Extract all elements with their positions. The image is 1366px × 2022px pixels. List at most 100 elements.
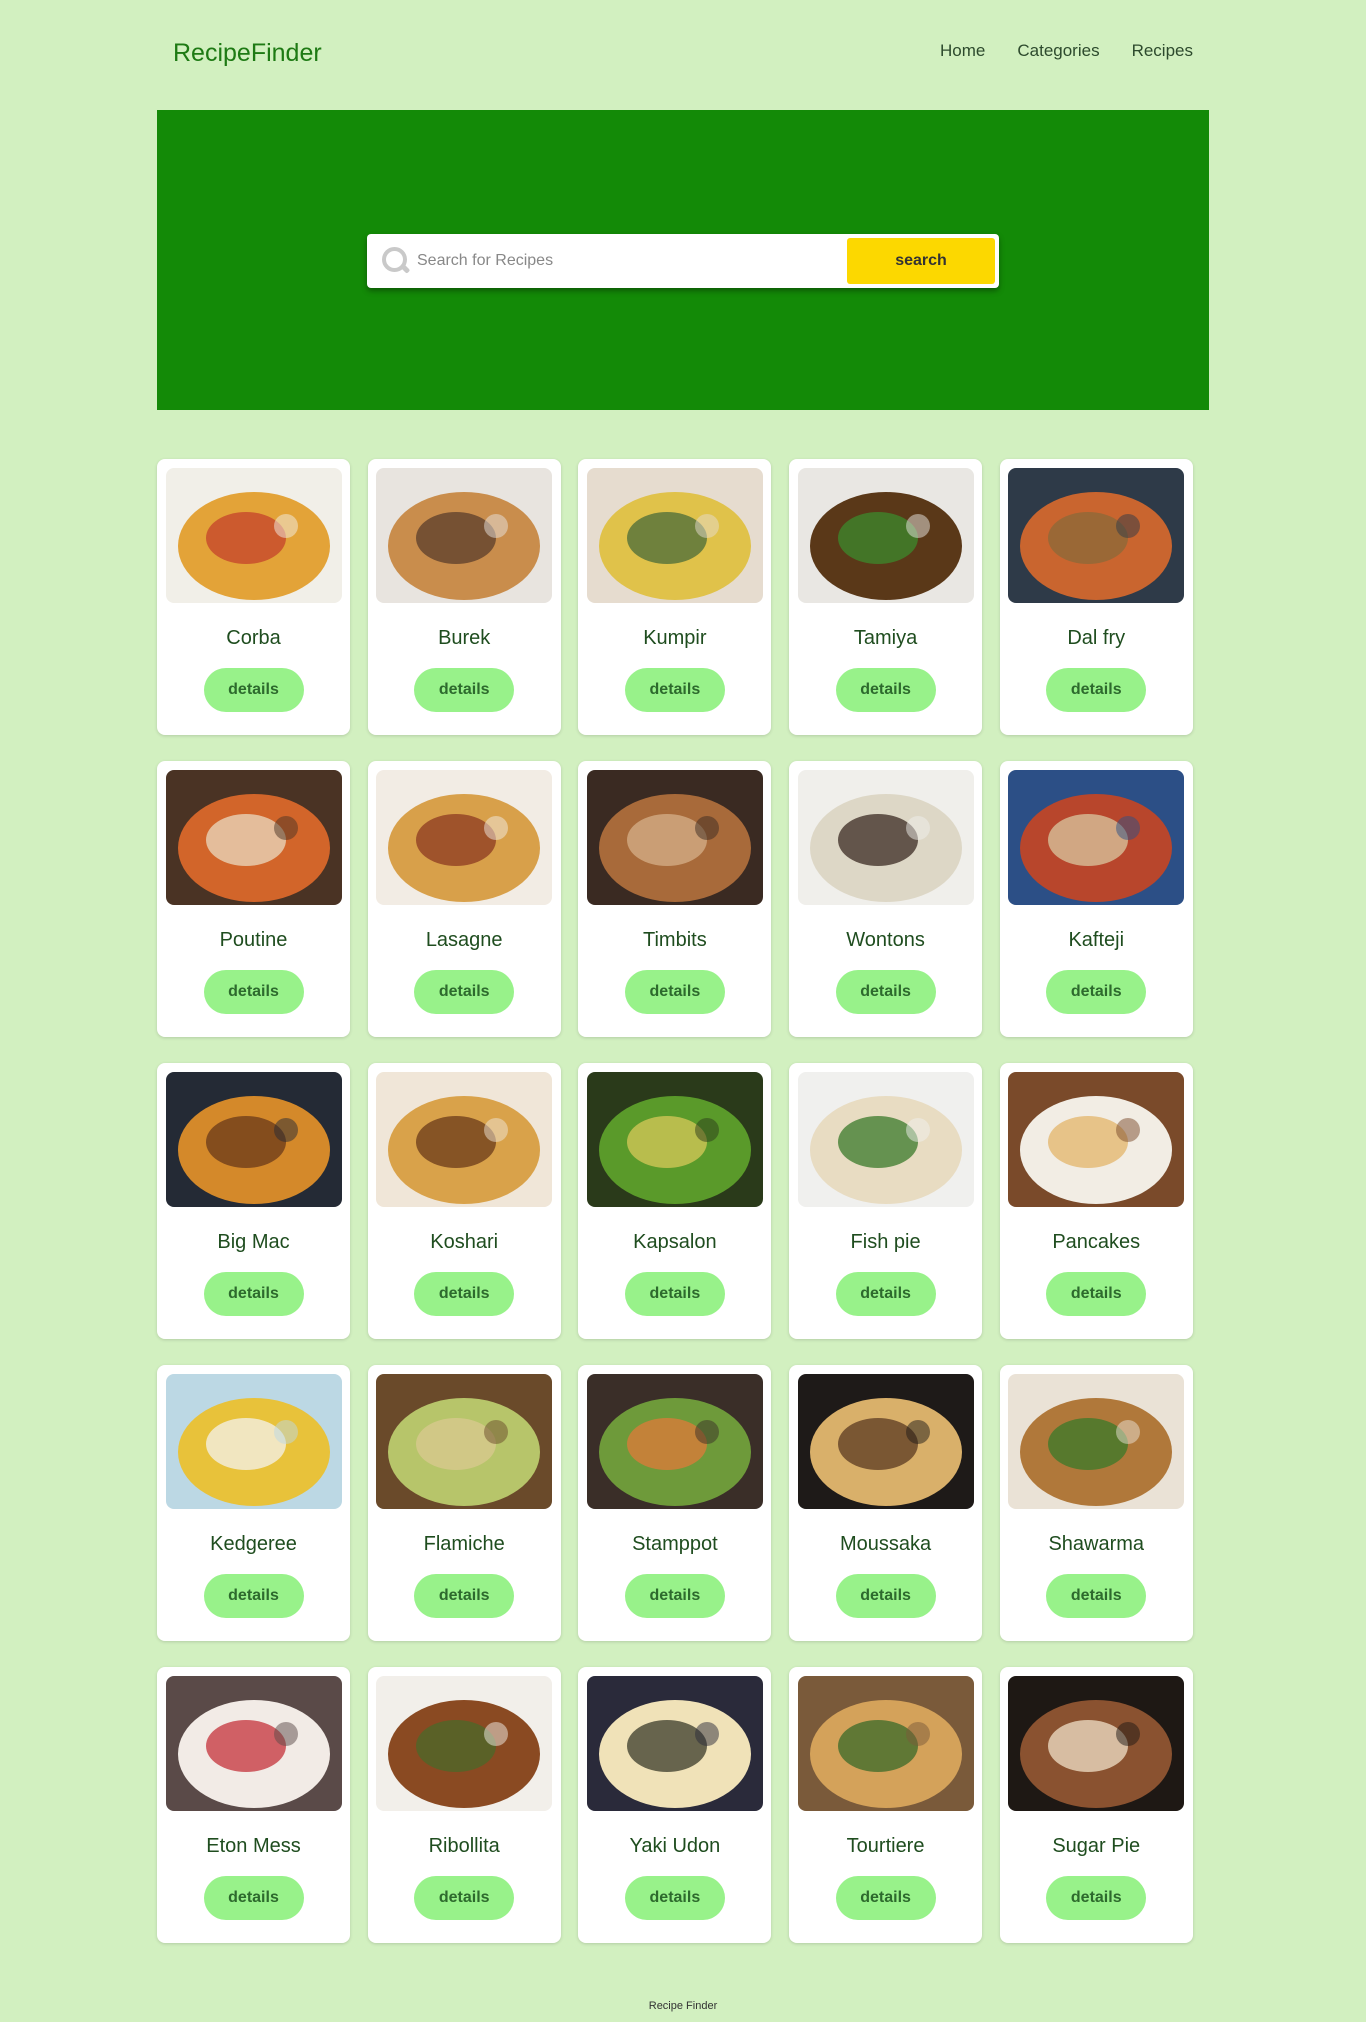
recipe-title: Flamiche — [423, 1533, 505, 1555]
recipe-title: Koshari — [430, 1231, 499, 1253]
recipe-card: Big Mac details — [157, 1063, 350, 1339]
recipe-card: Kafteji details — [999, 761, 1193, 1037]
recipe-image — [376, 1072, 553, 1207]
details-button[interactable]: details — [1046, 1272, 1147, 1316]
recipe-image — [797, 1374, 974, 1509]
recipe-card: Lasagne details — [367, 761, 561, 1037]
recipe-title: Poutine — [219, 929, 288, 951]
nav-link-categories[interactable]: Categories — [1017, 41, 1099, 61]
recipe-title: Tourtiere — [846, 1835, 925, 1857]
details-button[interactable]: details — [203, 970, 304, 1014]
recipe-card: Yaki Udon details — [578, 1667, 772, 1943]
recipe-card: Poutine details — [157, 761, 350, 1037]
recipe-image — [165, 770, 342, 905]
recipe-title: Yaki Udon — [629, 1835, 721, 1857]
nav-link-recipes[interactable]: Recipes — [1132, 41, 1193, 61]
recipe-image — [1008, 468, 1185, 603]
details-button[interactable]: details — [835, 1574, 936, 1618]
recipe-card: Corba details — [157, 459, 350, 735]
recipe-title: Stamppot — [632, 1533, 718, 1555]
recipe-image — [586, 1374, 763, 1509]
details-button[interactable]: details — [414, 1272, 515, 1316]
details-button[interactable]: details — [624, 970, 725, 1014]
recipe-image — [797, 1676, 974, 1811]
recipe-title: Shawarma — [1048, 1533, 1145, 1555]
recipe-image — [797, 468, 974, 603]
recipe-title: Kumpir — [643, 627, 707, 649]
recipe-title: Kafteji — [1068, 929, 1125, 951]
recipe-title: Burek — [438, 627, 491, 649]
details-button[interactable]: details — [414, 668, 515, 712]
recipe-card: Wontons details — [789, 761, 983, 1037]
recipe-image — [1008, 1676, 1185, 1811]
details-button[interactable]: details — [835, 970, 936, 1014]
recipe-card: Tamiya details — [789, 459, 983, 735]
recipe-image — [797, 1072, 974, 1207]
details-button[interactable]: details — [624, 668, 725, 712]
recipe-card: Koshari details — [367, 1063, 561, 1339]
recipe-card: Sugar Pie details — [999, 1667, 1193, 1943]
recipe-card: Fish pie details — [789, 1063, 983, 1339]
details-button[interactable]: details — [203, 668, 304, 712]
details-button[interactable]: details — [1046, 1876, 1147, 1920]
recipe-title: Kedgeree — [210, 1533, 297, 1555]
recipe-card: Ribollita details — [367, 1667, 561, 1943]
recipe-card: Dal fry details — [999, 459, 1193, 735]
recipe-image — [586, 468, 763, 603]
recipe-title: Corba — [226, 627, 281, 649]
details-button[interactable]: details — [414, 1574, 515, 1618]
details-button[interactable]: details — [835, 1876, 936, 1920]
details-button[interactable]: details — [624, 1272, 725, 1316]
details-button[interactable]: details — [1046, 1574, 1147, 1618]
nav-links: Home Categories Recipes — [940, 41, 1193, 61]
recipe-card: Burek details — [367, 459, 561, 735]
search-button[interactable]: search — [847, 238, 995, 284]
details-button[interactable]: details — [203, 1876, 304, 1920]
recipe-title: Big Mac — [217, 1231, 290, 1253]
recipe-card: Shawarma details — [999, 1365, 1193, 1641]
recipe-image — [1008, 1374, 1185, 1509]
recipe-image — [1008, 1072, 1185, 1207]
site-logo[interactable]: RecipeFinder — [173, 39, 322, 68]
recipe-card: Pancakes details — [999, 1063, 1193, 1339]
recipe-image — [586, 1072, 763, 1207]
recipe-title: Sugar Pie — [1052, 1835, 1141, 1857]
recipe-image — [376, 1374, 553, 1509]
recipe-image — [165, 468, 342, 603]
recipe-title: Ribollita — [428, 1835, 500, 1857]
recipe-title: Lasagne — [425, 929, 503, 951]
recipe-title: Wontons — [846, 929, 925, 951]
recipe-grid: Corba details Burek details Kumpir details Tam… — [157, 459, 1193, 1943]
details-button[interactable]: details — [835, 1272, 936, 1316]
recipe-image — [165, 1374, 342, 1509]
recipe-image — [165, 1676, 342, 1811]
recipe-image — [376, 468, 553, 603]
recipe-card: Moussaka details — [789, 1365, 983, 1641]
details-button[interactable]: details — [624, 1876, 725, 1920]
footer-text: Recipe Finder — [648, 2000, 718, 2012]
recipe-title: Kapsalon — [633, 1231, 717, 1253]
recipe-title: Moussaka — [839, 1533, 932, 1555]
recipe-image — [1008, 770, 1185, 905]
details-button[interactable]: details — [1046, 970, 1147, 1014]
details-button[interactable]: details — [203, 1574, 304, 1618]
details-button[interactable]: details — [203, 1272, 304, 1316]
search-input[interactable] — [415, 251, 847, 271]
recipe-card: Eton Mess details — [157, 1667, 350, 1943]
details-button[interactable]: details — [414, 1876, 515, 1920]
search-bar: search — [367, 234, 999, 288]
recipe-image — [376, 770, 553, 905]
details-button[interactable]: details — [1046, 668, 1147, 712]
recipe-title: Pancakes — [1052, 1231, 1141, 1253]
recipe-image — [376, 1676, 553, 1811]
recipe-card: Kumpir details — [578, 459, 772, 735]
recipe-card: Timbits details — [578, 761, 772, 1037]
recipe-image — [797, 770, 974, 905]
details-button[interactable]: details — [414, 970, 515, 1014]
recipe-title: Timbits — [643, 929, 707, 951]
nav-link-home[interactable]: Home — [940, 41, 985, 61]
details-button[interactable]: details — [624, 1574, 725, 1618]
details-button[interactable]: details — [835, 668, 936, 712]
search-icon — [381, 246, 411, 276]
top-navbar: RecipeFinder Home Categories Recipes — [157, 0, 1209, 110]
